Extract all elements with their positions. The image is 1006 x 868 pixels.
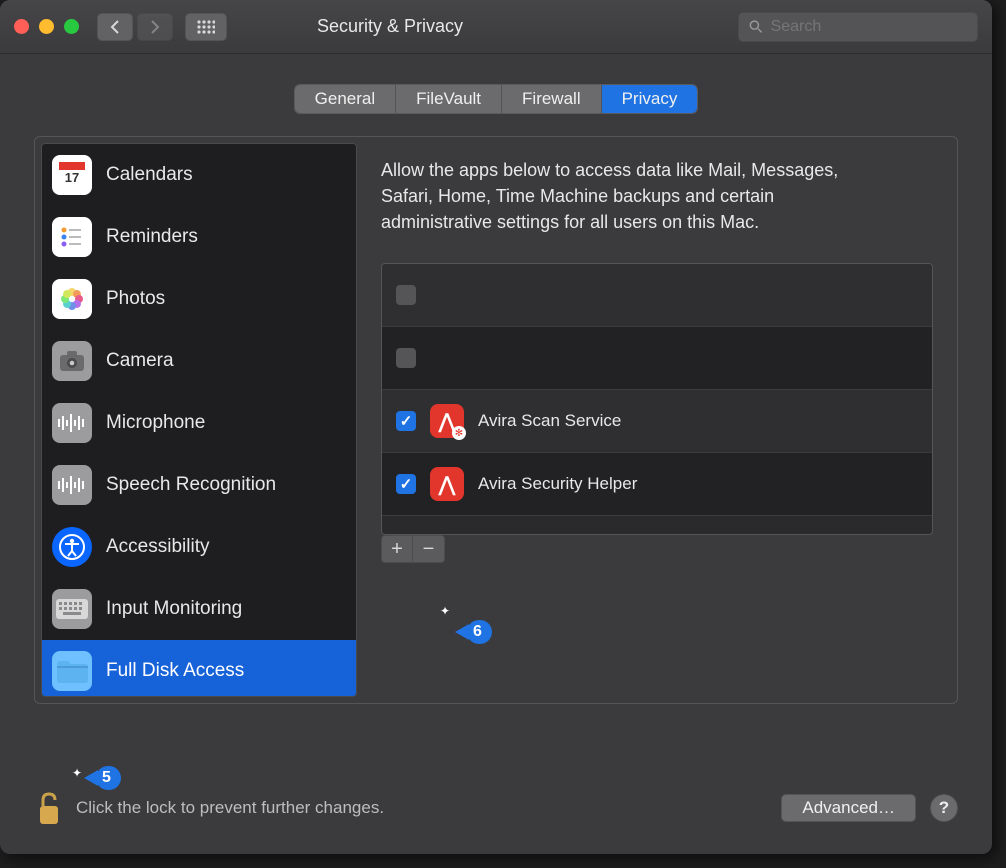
help-button[interactable]: ? (930, 794, 958, 822)
sidebar-item-label: Input Monitoring (106, 598, 242, 620)
camera-icon (52, 341, 92, 381)
tab-general[interactable]: General (295, 85, 396, 113)
keyboard-icon (52, 589, 92, 629)
avira-icon: ⋀✻ (430, 404, 464, 438)
preferences-window: Security & Privacy General FileVault Fir… (0, 0, 992, 854)
app-row[interactable] (382, 327, 932, 390)
svg-text:17: 17 (65, 170, 79, 185)
app-checkbox[interactable] (396, 348, 416, 368)
window-title: Security & Privacy (317, 16, 463, 37)
add-app-button[interactable]: + (381, 535, 413, 563)
tab-bar: General FileVault Firewall Privacy (0, 84, 992, 114)
microphone-icon (52, 403, 92, 443)
photos-icon (52, 279, 92, 319)
sidebar-item-label: Calendars (106, 164, 193, 186)
detail-panel: Allow the apps below to access data like… (357, 137, 957, 703)
callout-sparkle: ✦ (440, 604, 450, 618)
sidebar-item-camera[interactable]: Camera (42, 330, 356, 392)
nav-buttons (97, 13, 173, 41)
reminders-icon (52, 217, 92, 257)
sidebar-item-label: Camera (106, 350, 174, 372)
app-name: Avira Scan Service (478, 411, 621, 431)
app-row[interactable] (382, 264, 932, 327)
sidebar-item-label: Reminders (106, 226, 198, 248)
sidebar-item-label: Photos (106, 288, 165, 310)
close-window-button[interactable] (14, 19, 29, 34)
callout-marker-6: 6 (467, 620, 492, 644)
sidebar-item-microphone[interactable]: Microphone (42, 392, 356, 454)
search-input[interactable] (771, 18, 967, 36)
grid-icon (197, 20, 215, 34)
app-list[interactable]: ⋀✻ Avira Scan Service ⋀ Avira Security H… (381, 263, 933, 535)
sidebar-item-label: Speech Recognition (106, 474, 276, 496)
sidebar-item-reminders[interactable]: Reminders (42, 206, 356, 268)
unlocked-lock-icon (34, 790, 64, 826)
app-checkbox[interactable] (396, 285, 416, 305)
sidebar-item-calendars[interactable]: 17 Calendars (42, 144, 356, 206)
folder-icon (52, 651, 92, 691)
footer: Click the lock to prevent further change… (34, 778, 958, 838)
sidebar-item-speech-recognition[interactable]: Speech Recognition (42, 454, 356, 516)
search-icon (749, 19, 763, 34)
callout-sparkle: ✦ (72, 766, 82, 780)
search-field[interactable] (738, 12, 978, 42)
add-remove-buttons: + − (381, 535, 933, 563)
tab-firewall[interactable]: Firewall (502, 85, 602, 113)
calendar-icon: 17 (52, 155, 92, 195)
advanced-button[interactable]: Advanced… (781, 794, 916, 822)
minimize-window-button[interactable] (39, 19, 54, 34)
sidebar-item-accessibility[interactable]: Accessibility (42, 516, 356, 578)
detail-description: Allow the apps below to access data like… (381, 157, 851, 235)
window-controls (14, 19, 79, 34)
chevron-right-icon (149, 20, 161, 34)
sidebar-item-input-monitoring[interactable]: Input Monitoring (42, 578, 356, 640)
sidebar-item-label: Accessibility (106, 536, 209, 558)
back-button[interactable] (97, 13, 133, 41)
chevron-left-icon (109, 20, 121, 34)
app-checkbox[interactable] (396, 411, 416, 431)
sidebar-item-label: Microphone (106, 412, 205, 434)
sidebar-item-label: Full Disk Access (106, 660, 244, 682)
maximize-window-button[interactable] (64, 19, 79, 34)
tab-privacy[interactable]: Privacy (602, 85, 698, 113)
app-name: Avira Security Helper (478, 474, 637, 494)
forward-button[interactable] (137, 13, 173, 41)
app-row-avira-security-helper[interactable]: ⋀ Avira Security Helper (382, 453, 932, 516)
callout-marker-5: 5 (96, 766, 121, 790)
show-all-button[interactable] (185, 13, 227, 41)
speech-recognition-icon (52, 465, 92, 505)
sidebar-item-full-disk-access[interactable]: Full Disk Access (42, 640, 356, 697)
privacy-sidebar[interactable]: 17 Calendars Reminders Photos (41, 143, 357, 697)
content-panel: 17 Calendars Reminders Photos (34, 136, 958, 704)
accessibility-icon (52, 527, 92, 567)
remove-app-button[interactable]: − (413, 535, 445, 563)
titlebar: Security & Privacy (0, 0, 992, 54)
lock-button[interactable] (34, 790, 64, 826)
sidebar-item-photos[interactable]: Photos (42, 268, 356, 330)
tab-filevault[interactable]: FileVault (396, 85, 502, 113)
app-checkbox[interactable] (396, 474, 416, 494)
avira-icon: ⋀ (430, 467, 464, 501)
lock-text: Click the lock to prevent further change… (76, 798, 384, 818)
app-row-avira-scan-service[interactable]: ⋀✻ Avira Scan Service (382, 390, 932, 453)
